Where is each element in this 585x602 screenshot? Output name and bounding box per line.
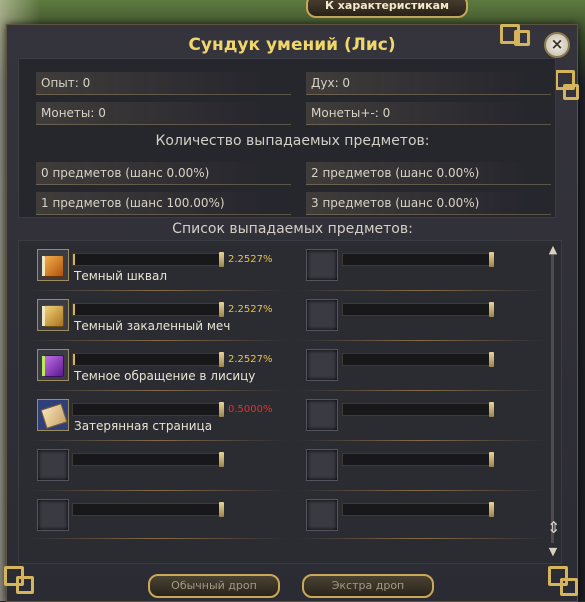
scroll-up-arrow-icon[interactable]: ▲ bbox=[547, 243, 559, 256]
empty-item-slot bbox=[306, 249, 338, 281]
scrollbar-track[interactable] bbox=[551, 253, 554, 543]
drop-chance-bar bbox=[72, 252, 224, 267]
drop-chance-fill bbox=[73, 304, 76, 315]
drop-percent: 2.2527% bbox=[228, 254, 273, 265]
gold-book-icon[interactable] bbox=[37, 299, 69, 331]
empty-item-slot bbox=[37, 499, 69, 531]
row-divider bbox=[296, 490, 546, 491]
coins-stat: Монеты: 0 bbox=[36, 102, 291, 125]
drop-count-0: 0 предметов (шанс 0.00%) bbox=[36, 162, 291, 185]
scroll-down-arrow-icon[interactable]: ▼ bbox=[547, 545, 559, 558]
drop-chance-bar bbox=[72, 352, 224, 367]
row-divider bbox=[28, 290, 288, 291]
empty-item-slot bbox=[306, 499, 338, 531]
drop-chance-bar bbox=[72, 502, 224, 517]
drop-chance-bar bbox=[72, 302, 224, 317]
row-divider bbox=[296, 290, 546, 291]
purple-book-icon[interactable] bbox=[37, 349, 69, 381]
empty-item-slot bbox=[37, 449, 69, 481]
item-name: Темный шквал bbox=[74, 269, 168, 283]
orange-book-icon[interactable] bbox=[37, 249, 69, 281]
drop-chance-bar bbox=[72, 452, 224, 467]
empty-item-slot bbox=[306, 299, 338, 331]
exp-stat: Опыт: 0 bbox=[36, 72, 291, 95]
drop-chance-bar bbox=[342, 352, 494, 367]
row-divider bbox=[296, 390, 546, 391]
extra-drop-button[interactable]: Экстра дроп bbox=[302, 574, 434, 598]
drop-count-3: 3 предметов (шанс 0.00%) bbox=[306, 192, 551, 215]
drop-chance-bar bbox=[342, 252, 494, 267]
drop-percent: 0.5000% bbox=[228, 404, 273, 415]
drop-chance-bar bbox=[342, 452, 494, 467]
drop-chance-bar bbox=[342, 402, 494, 417]
corner-ornament-right-top bbox=[555, 70, 585, 110]
drop-count-1: 1 предметов (шанс 100.00%) bbox=[36, 192, 291, 215]
row-divider bbox=[28, 340, 288, 341]
row-divider bbox=[28, 490, 288, 491]
normal-drop-button[interactable]: Обычный дроп bbox=[148, 574, 280, 598]
row-divider bbox=[296, 538, 546, 539]
row-divider bbox=[28, 390, 288, 391]
drop-percent: 2.2527% bbox=[228, 304, 273, 315]
drop-chance-fill bbox=[73, 254, 76, 265]
row-divider bbox=[28, 538, 288, 539]
item-name: Темное обращение в лисицу bbox=[74, 369, 256, 383]
spirit-stat: Дух: 0 bbox=[306, 72, 551, 95]
corner-ornament-bottom-left bbox=[0, 560, 40, 600]
scrollbar-thumb[interactable]: ⇕ bbox=[547, 518, 560, 537]
item-name: Темный закаленный меч bbox=[74, 319, 231, 333]
row-divider bbox=[296, 440, 546, 441]
drop-chance-bar bbox=[342, 502, 494, 517]
empty-item-slot bbox=[306, 349, 338, 381]
drop-chance-bar bbox=[342, 302, 494, 317]
drop-list-header: Список выпадаемых предметов: bbox=[172, 221, 413, 237]
empty-item-slot bbox=[306, 399, 338, 431]
close-button[interactable]: × bbox=[544, 32, 570, 58]
corner-ornament-bottom-right bbox=[540, 560, 580, 600]
empty-item-slot bbox=[306, 449, 338, 481]
drop-chance-fill bbox=[73, 354, 76, 365]
scroll-page-icon[interactable] bbox=[37, 399, 69, 431]
window-title: Сундук умений (Лис) bbox=[188, 35, 396, 55]
coins-pm-stat: Монеты+-: 0 bbox=[306, 102, 551, 125]
to-characteristics-tab[interactable]: К характеристикам bbox=[306, 0, 468, 18]
drop-chance-bar bbox=[72, 402, 224, 417]
row-divider bbox=[28, 440, 288, 441]
item-name: Затерянная страница bbox=[74, 419, 213, 433]
drop-count-header: Количество выпадаемых предметов: bbox=[155, 133, 430, 149]
drop-percent: 2.2527% bbox=[228, 354, 273, 365]
drop-count-2: 2 предметов (шанс 0.00%) bbox=[306, 162, 551, 185]
row-divider bbox=[296, 340, 546, 341]
